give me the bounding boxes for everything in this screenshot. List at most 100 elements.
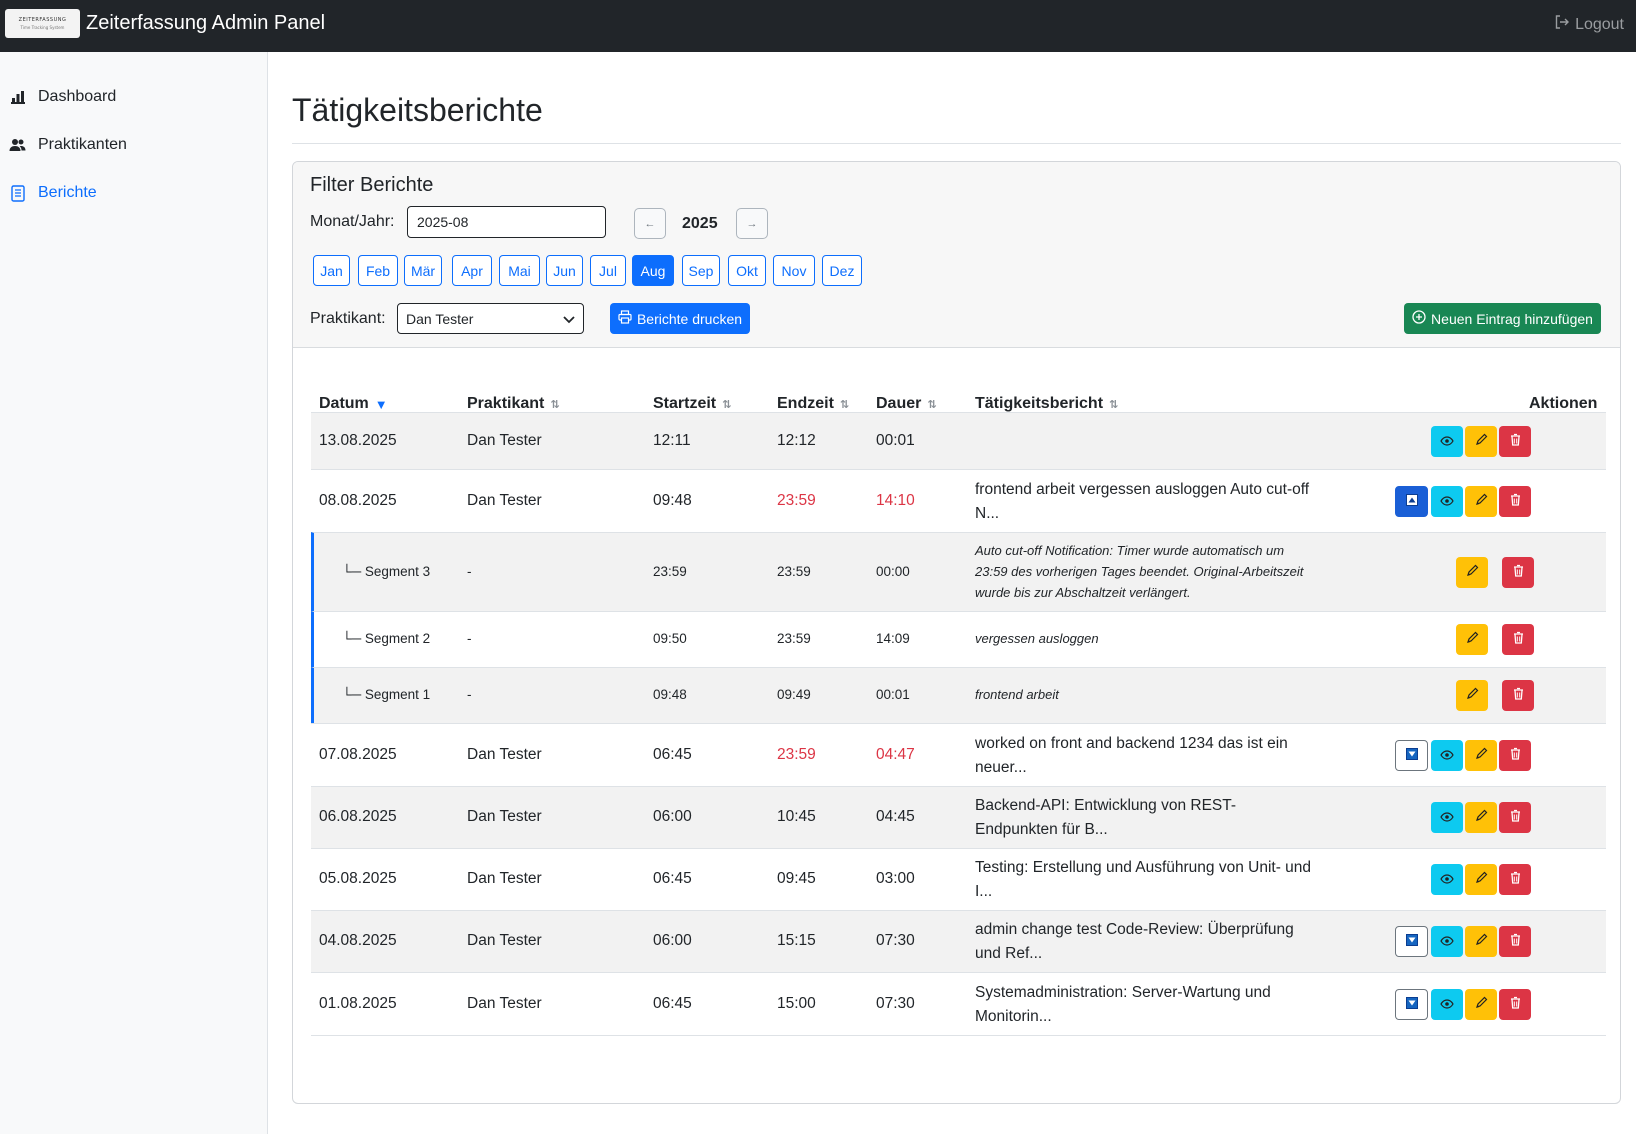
month-button-mai[interactable]: Mai <box>499 255 540 286</box>
trash-icon <box>1510 933 1521 951</box>
table-row[interactable]: 04.08.2025 Dan Tester 06:00 15:15 07:30 admin… <box>311 910 1606 972</box>
intern-label: Praktikant: <box>310 310 386 327</box>
segment-row[interactable]: └─ Segment 2 - 09:50 23:59 14:09 vergessen au… <box>311 611 1606 667</box>
app-title[interactable]: Zeiterfassung Admin Panel <box>86 12 325 35</box>
prev-year-button[interactable]: ← <box>634 208 666 239</box>
month-year-input[interactable]: 2025-08 <box>407 206 606 238</box>
delete-button[interactable] <box>1499 426 1531 457</box>
edit-button[interactable] <box>1465 740 1497 771</box>
sidebar-item-praktikanten[interactable]: Praktikanten <box>9 136 127 154</box>
eye-icon <box>1440 747 1454 765</box>
filter-panel: Filter Berichte Monat/Jahr: 2025-08 ← 20… <box>293 162 1620 348</box>
view-button[interactable] <box>1431 802 1463 833</box>
expand-segments-button[interactable] <box>1395 740 1428 771</box>
cell-praktikant: Dan Tester <box>467 492 542 509</box>
collapse-segments-button[interactable] <box>1395 486 1428 517</box>
sidebar-item-dashboard[interactable]: Dashboard <box>9 88 116 106</box>
cell-praktikant: Dan Tester <box>467 870 542 887</box>
table-row[interactable]: 06.08.2025 Dan Tester 06:00 10:45 04:45 Backe… <box>311 786 1606 848</box>
delete-button[interactable] <box>1499 864 1531 895</box>
edit-button[interactable] <box>1465 802 1497 833</box>
month-button-sep[interactable]: Sep <box>682 255 720 286</box>
delete-button[interactable] <box>1499 740 1531 771</box>
cell-startzeit: 06:45 <box>653 995 692 1012</box>
cell-segment-label: └─ Segment 1 <box>342 687 431 702</box>
cell-startzeit: 06:45 <box>653 746 692 763</box>
month-button-jun[interactable]: Jun <box>546 255 583 286</box>
edit-button[interactable] <box>1456 557 1488 588</box>
segment-row[interactable]: └─ Segment 1 - 09:48 09:49 00:01 frontend arb… <box>311 667 1606 723</box>
view-button[interactable] <box>1431 926 1463 957</box>
edit-button[interactable] <box>1465 926 1497 957</box>
expand-segments-button[interactable] <box>1395 926 1428 957</box>
column-header-bericht[interactable]: Tätigkeitsbericht ⇅ <box>975 395 1118 413</box>
delete-button[interactable] <box>1499 926 1531 957</box>
table-row[interactable]: 08.08.2025 Dan Tester 09:48 23:59 14:10 front… <box>311 469 1606 532</box>
delete-button[interactable] <box>1502 680 1534 711</box>
delete-button[interactable] <box>1499 989 1531 1020</box>
month-button-apr[interactable]: Apr <box>452 255 492 286</box>
delete-button[interactable] <box>1499 802 1531 833</box>
edit-button[interactable] <box>1465 989 1497 1020</box>
intern-select[interactable]: Dan Tester <box>397 303 584 334</box>
print-reports-button[interactable]: Berichte drucken <box>610 303 750 334</box>
delete-button[interactable] <box>1502 624 1534 655</box>
column-header-startzeit[interactable]: Startzeit ⇅ <box>653 395 731 413</box>
edit-button[interactable] <box>1465 426 1497 457</box>
top-navbar: ZEITERFASSUNG Time Tracking System Zeite… <box>0 0 1636 52</box>
sidebar-item-berichte[interactable]: Berichte <box>9 184 97 202</box>
cell-endzeit: 09:49 <box>777 687 811 702</box>
app-logo[interactable]: ZEITERFASSUNG Time Tracking System <box>5 9 80 38</box>
table-row[interactable]: 01.08.2025 Dan Tester 06:45 15:00 07:30 Syste… <box>311 972 1606 1035</box>
table-row[interactable]: 13.08.2025 Dan Tester 12:11 12:12 00:01 <box>311 412 1606 469</box>
logout-link[interactable]: Logout <box>1554 14 1624 35</box>
next-year-button[interactable]: → <box>736 208 768 239</box>
delete-button[interactable] <box>1502 557 1534 588</box>
month-button-nov[interactable]: Nov <box>773 255 815 286</box>
column-header-datum[interactable]: Datum ▼ <box>319 395 388 413</box>
month-button-okt[interactable]: Okt <box>728 255 766 286</box>
sort-icon: ⇅ <box>722 398 732 411</box>
edit-button[interactable] <box>1456 680 1488 711</box>
logout-label: Logout <box>1575 15 1624 33</box>
edit-button[interactable] <box>1456 624 1488 655</box>
column-header-endzeit[interactable]: Endzeit ⇅ <box>777 395 849 413</box>
edit-button[interactable] <box>1465 864 1497 895</box>
cell-dauer: 04:47 <box>876 746 915 763</box>
table-row[interactable]: 07.08.2025 Dan Tester 06:45 23:59 04:47 worke… <box>311 723 1606 786</box>
view-button[interactable] <box>1431 486 1463 517</box>
add-entry-button[interactable]: Neuen Eintrag hinzufügen <box>1404 303 1601 334</box>
expand-segments-button[interactable] <box>1395 989 1428 1020</box>
edit-button[interactable] <box>1465 486 1497 517</box>
view-button[interactable] <box>1431 864 1463 895</box>
cell-praktikant: Dan Tester <box>467 746 542 763</box>
month-button-aug[interactable]: Aug <box>632 255 674 286</box>
plus-circle-icon <box>1412 310 1426 327</box>
cell-startzeit: 06:00 <box>653 932 692 949</box>
month-button-dez[interactable]: Dez <box>822 255 862 286</box>
cell-endzeit: 15:00 <box>777 995 816 1012</box>
cell-dauer: 07:30 <box>876 932 915 949</box>
cell-datum: 01.08.2025 <box>319 995 397 1012</box>
cell-dauer: 00:00 <box>876 564 910 579</box>
column-header-label: Datum <box>319 395 369 412</box>
segment-row[interactable]: └─ Segment 3 - 23:59 23:59 00:00 Auto cut-off… <box>311 532 1606 611</box>
cell-startzeit: 06:00 <box>653 808 692 825</box>
eye-icon <box>1440 933 1454 951</box>
view-button[interactable] <box>1431 989 1463 1020</box>
month-button-jul[interactable]: Jul <box>590 255 626 286</box>
column-header-praktikant[interactable]: Praktikant ⇅ <box>467 395 560 413</box>
view-button[interactable] <box>1431 426 1463 457</box>
table-bottom-border <box>311 1035 1606 1036</box>
sort-desc-icon: ▼ <box>374 396 388 412</box>
table-row[interactable]: 05.08.2025 Dan Tester 06:45 09:45 03:00 Testi… <box>311 848 1606 910</box>
month-button-feb[interactable]: Feb <box>358 255 398 286</box>
pencil-icon <box>1475 493 1488 511</box>
month-button-mär[interactable]: Mär <box>404 255 442 286</box>
view-button[interactable] <box>1431 740 1463 771</box>
month-button-jan[interactable]: Jan <box>313 255 350 286</box>
trash-icon <box>1510 809 1521 827</box>
delete-button[interactable] <box>1499 486 1531 517</box>
column-header-label: Tätigkeitsbericht <box>975 395 1104 412</box>
column-header-dauer[interactable]: Dauer ⇅ <box>876 395 937 413</box>
